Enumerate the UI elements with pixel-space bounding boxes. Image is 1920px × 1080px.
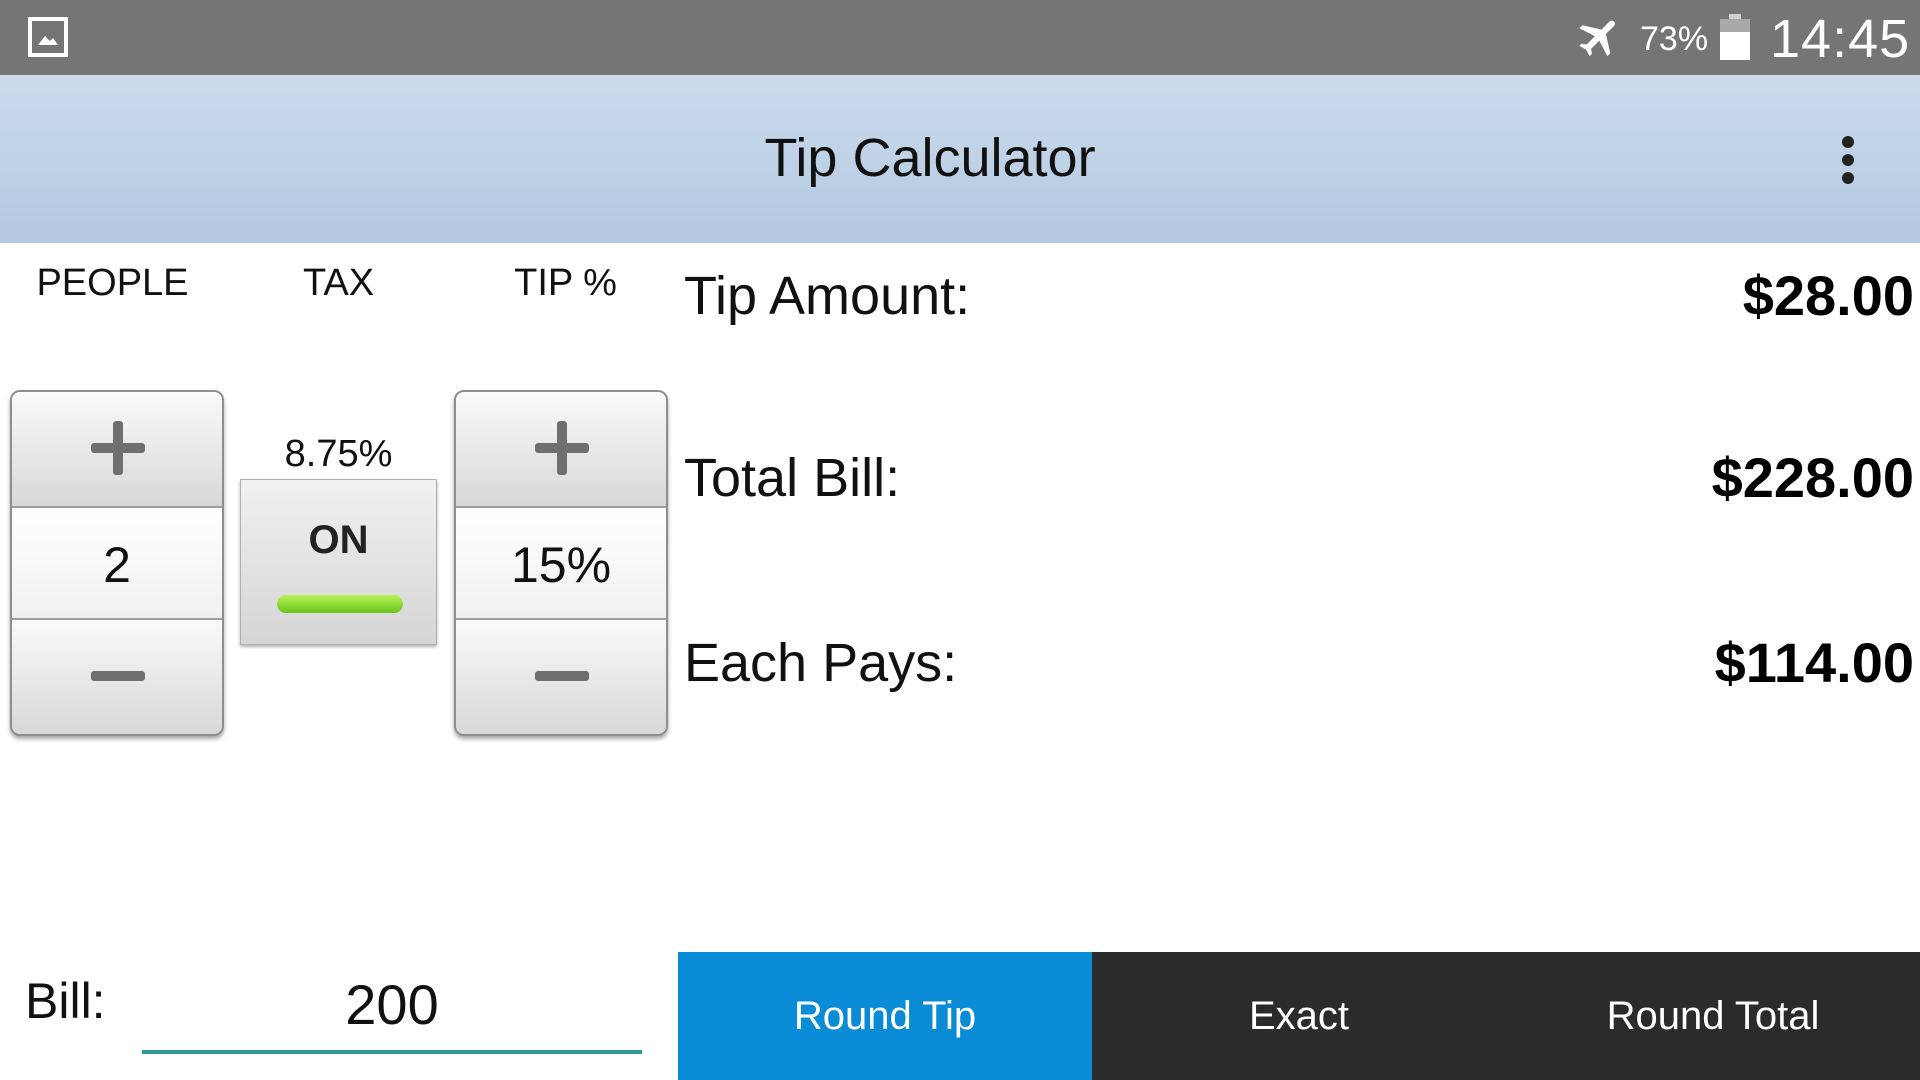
tip-calculator-app: 73% 14:45 Tip Calculator PEOPLE TAX TIP … xyxy=(0,0,1920,1080)
plus-icon xyxy=(535,421,589,475)
airplane-icon xyxy=(1579,20,1615,57)
tax-rate: 8.75% xyxy=(284,433,393,475)
battery-icon xyxy=(1720,14,1750,60)
tax-toggle-label: ON xyxy=(308,518,369,562)
people-decrement-button[interactable] xyxy=(12,618,222,734)
more-vert-icon[interactable] xyxy=(1820,130,1876,190)
page-title: Tip Calculator xyxy=(764,128,1096,188)
tip-increment-button[interactable] xyxy=(456,392,666,508)
tip-stepper: 15% xyxy=(454,390,668,736)
minus-icon xyxy=(535,671,589,681)
people-stepper: 2 xyxy=(10,390,224,736)
each-pays-value: $114.00 xyxy=(1714,631,1914,694)
image-icon xyxy=(28,17,68,57)
total-bill-label: Total Bill: xyxy=(684,448,901,508)
bill-label: Bill: xyxy=(25,973,106,1029)
battery-percent: 73% xyxy=(1640,20,1709,58)
action-bar: Tip Calculator xyxy=(0,75,1920,243)
tip-percent-label: TIP % xyxy=(514,262,617,304)
clock: 14:45 xyxy=(1770,9,1911,69)
tax-toggle-indicator xyxy=(277,595,403,613)
tip-amount-value: $28.00 xyxy=(1742,264,1914,327)
total-bill-value: $228.00 xyxy=(1711,446,1914,509)
status-bar: 73% 14:45 xyxy=(0,0,1920,75)
rounding-selector: Round Tip Exact Round Total xyxy=(678,952,1920,1080)
round-tip-button[interactable]: Round Tip xyxy=(678,952,1092,1080)
tip-decrement-button[interactable] xyxy=(456,618,666,734)
people-increment-button[interactable] xyxy=(12,392,222,508)
people-value: 2 xyxy=(12,508,222,622)
tax-toggle-button[interactable]: ON xyxy=(240,479,437,645)
tip-amount-label: Tip Amount: xyxy=(684,266,971,326)
each-pays-label: Each Pays: xyxy=(684,633,958,693)
people-label: PEOPLE xyxy=(36,262,189,304)
plus-icon xyxy=(91,421,145,475)
minus-icon xyxy=(91,671,145,681)
round-total-button[interactable]: Round Total xyxy=(1506,952,1920,1080)
exact-button[interactable]: Exact xyxy=(1092,952,1506,1080)
tip-percent-value: 15% xyxy=(456,508,666,622)
bill-input[interactable] xyxy=(142,958,642,1054)
tax-label: TAX xyxy=(302,262,375,304)
